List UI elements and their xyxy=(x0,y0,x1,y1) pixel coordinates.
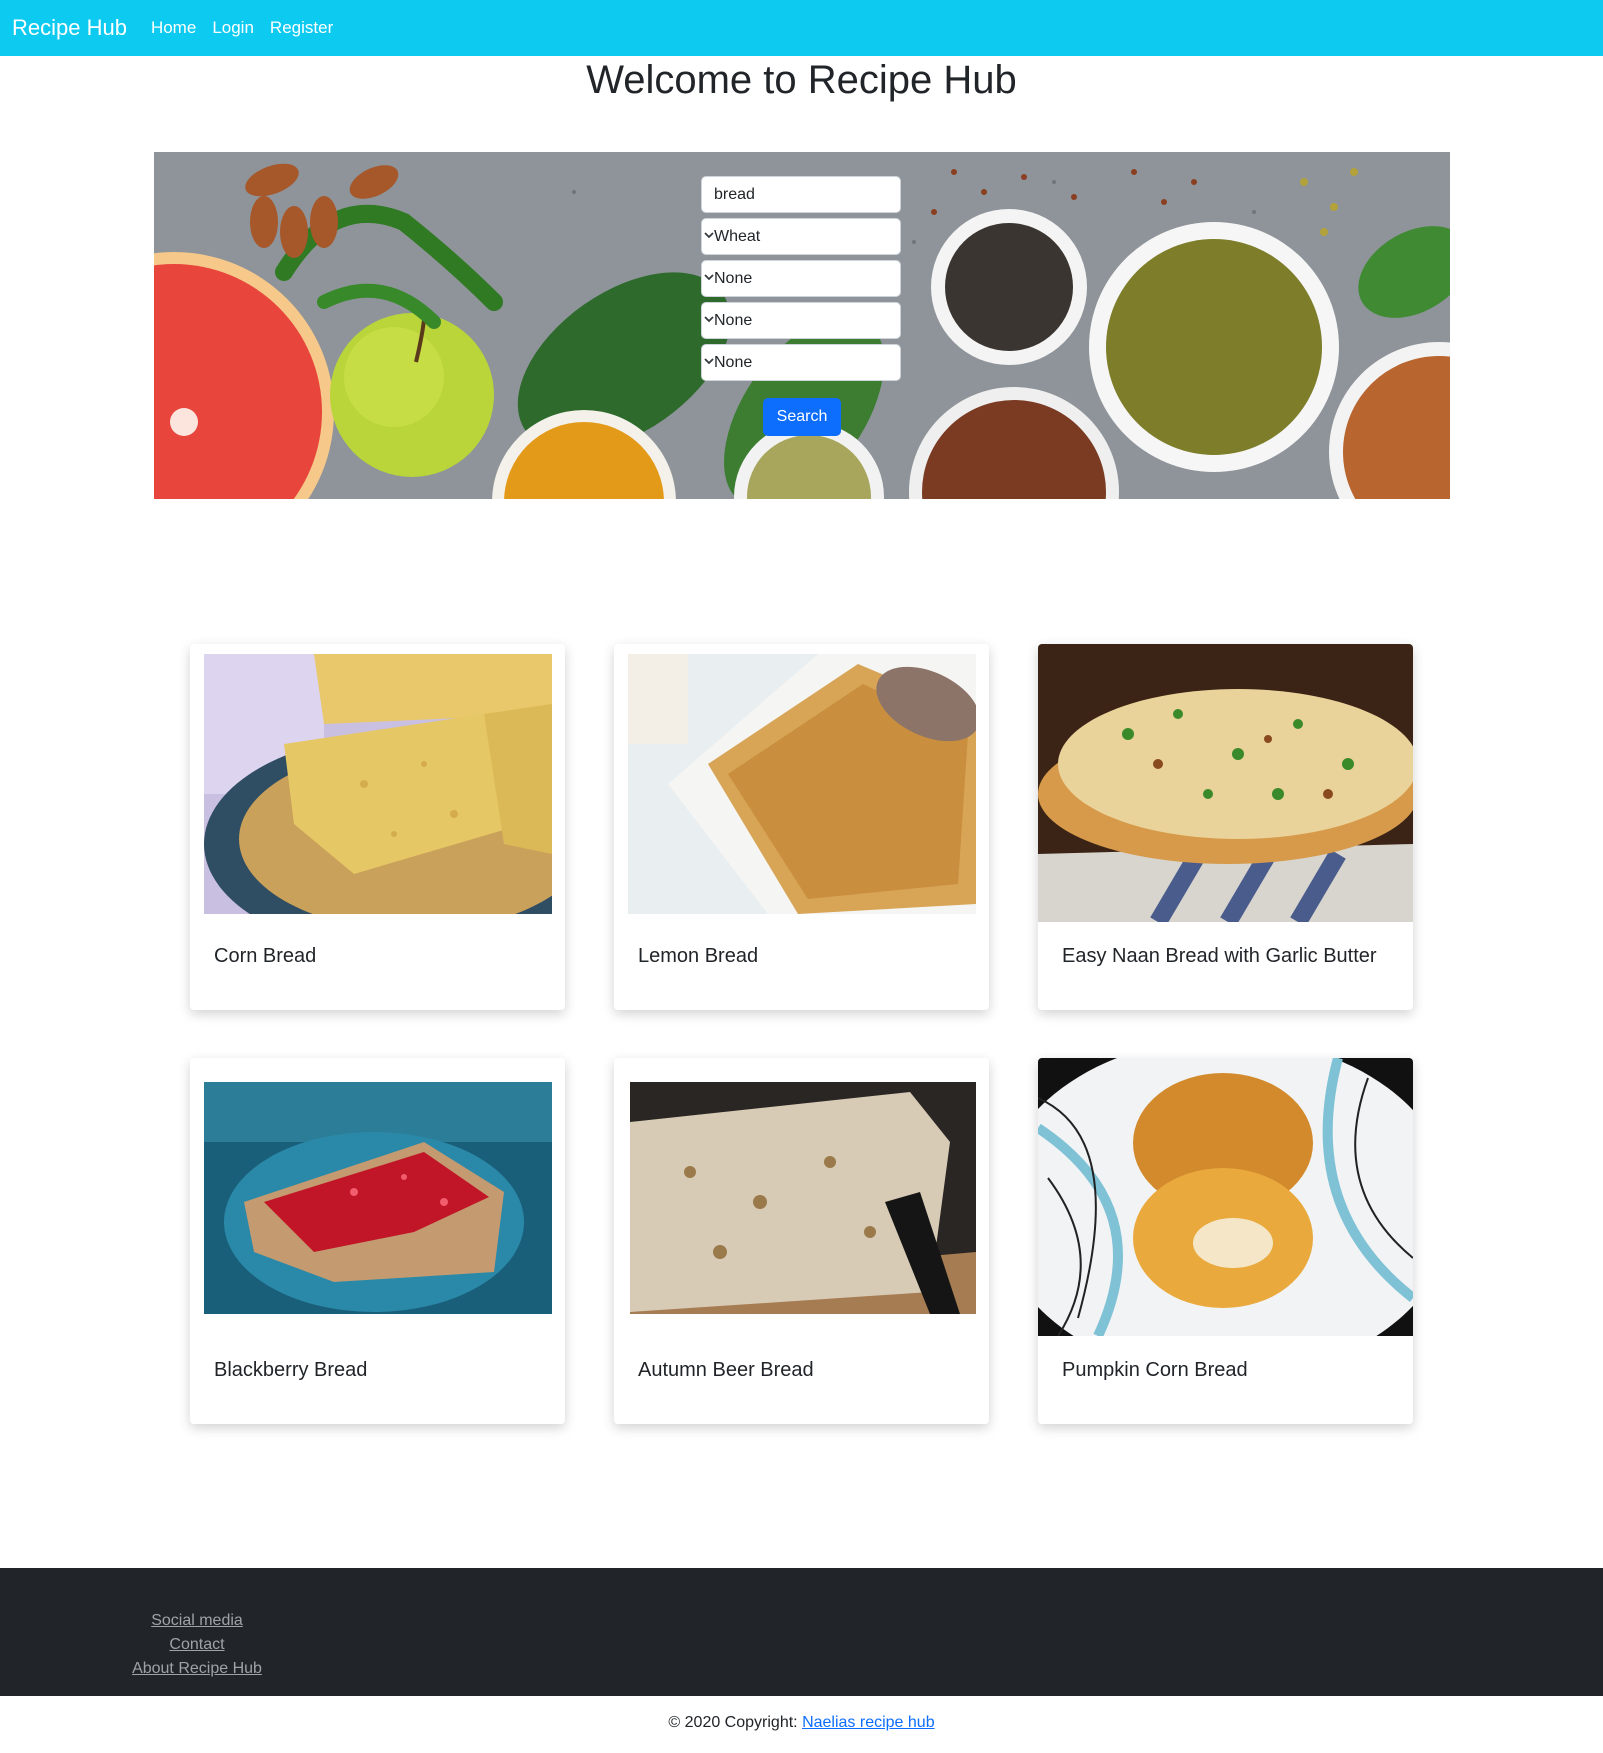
recipe-title[interactable]: Blackberry Bread xyxy=(214,1359,367,1382)
recipe-title[interactable]: Easy Naan Bread with Garlic Butter xyxy=(1062,945,1377,968)
recipe-title[interactable]: Lemon Bread xyxy=(638,945,758,968)
recipe-title[interactable]: Pumpkin Corn Bread xyxy=(1062,1359,1248,1382)
navbar: Recipe Hub Home Login Register xyxy=(0,0,1603,56)
filter-select-2[interactable]: None xyxy=(701,260,901,297)
chevron-down-icon xyxy=(704,358,714,365)
recipe-image[interactable] xyxy=(204,1082,552,1314)
copyright: © 2020 Copyright: Naelias recipe hub xyxy=(0,1714,1603,1732)
nav-home-link[interactable]: Home xyxy=(151,18,196,38)
recipe-card[interactable]: Pumpkin Corn Bread xyxy=(1038,1058,1413,1424)
copyright-text: © 2020 Copyright: xyxy=(668,1714,798,1731)
search-input[interactable] xyxy=(714,185,884,204)
page-title: Welcome to Recipe Hub xyxy=(586,58,1017,102)
recipe-card[interactable]: Corn Bread xyxy=(190,644,565,1010)
recipe-title[interactable]: Corn Bread xyxy=(214,945,316,968)
recipe-image[interactable] xyxy=(204,654,552,914)
recipe-image[interactable] xyxy=(1038,644,1413,922)
recipe-card[interactable]: Lemon Bread xyxy=(614,644,989,1010)
filter-select-4[interactable]: None xyxy=(701,344,901,381)
recipe-image[interactable] xyxy=(630,1082,976,1314)
search-form: Wheat None None None Search xyxy=(701,176,901,436)
filter-select-3[interactable]: None xyxy=(701,302,901,339)
search-button[interactable]: Search xyxy=(763,398,841,436)
footer-about-link[interactable]: About Recipe Hub xyxy=(90,1657,304,1681)
recipe-title[interactable]: Autumn Beer Bread xyxy=(638,1359,814,1382)
grain-select-value: Wheat xyxy=(714,227,761,245)
recipe-image[interactable] xyxy=(1038,1058,1413,1336)
recipe-card[interactable]: Autumn Beer Bread xyxy=(614,1058,989,1424)
footer-contact-link[interactable]: Contact xyxy=(90,1633,304,1657)
footer-social-media-link[interactable]: Social media xyxy=(90,1609,304,1633)
brand-link[interactable]: Recipe Hub xyxy=(12,15,127,41)
recipe-image[interactable] xyxy=(628,654,976,914)
chevron-down-icon xyxy=(704,316,714,323)
chevron-down-icon xyxy=(704,232,714,239)
recipe-card[interactable]: Blackberry Bread xyxy=(190,1058,565,1424)
recipe-card[interactable]: Easy Naan Bread with Garlic Butter xyxy=(1038,644,1413,1010)
nav-login-link[interactable]: Login xyxy=(212,18,254,38)
nav-register-link[interactable]: Register xyxy=(270,18,333,38)
footer-links: Social media Contact About Recipe Hub xyxy=(90,1609,304,1681)
copyright-link[interactable]: Naelias recipe hub xyxy=(802,1714,935,1731)
grain-select[interactable]: Wheat xyxy=(701,218,901,255)
hero-banner: Wheat None None None Search xyxy=(154,152,1450,499)
footer: Social media Contact About Recipe Hub xyxy=(0,1568,1603,1696)
search-input-field[interactable] xyxy=(701,176,901,213)
filter-select-4-value: None xyxy=(714,353,753,371)
filter-select-3-value: None xyxy=(714,311,753,329)
chevron-down-icon xyxy=(704,274,714,281)
filter-select-2-value: None xyxy=(714,269,753,287)
